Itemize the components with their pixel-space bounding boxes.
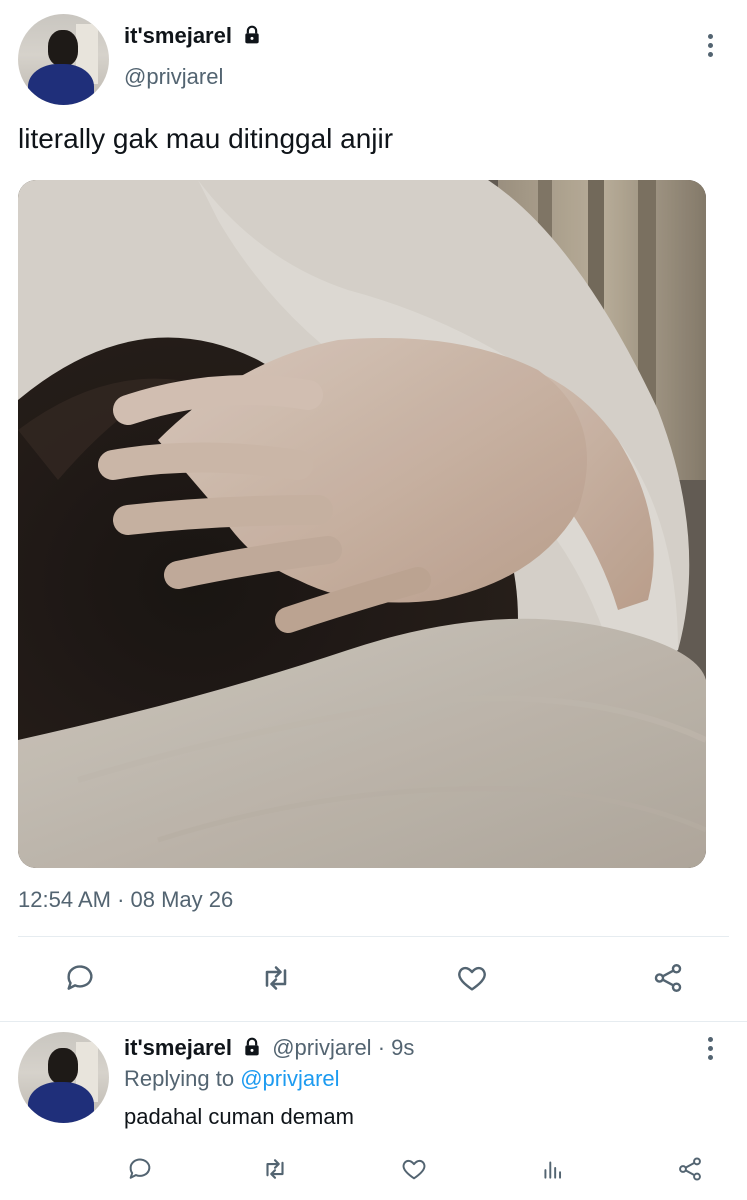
reply-author-avatar[interactable] [18,1032,109,1123]
divider [0,1021,747,1022]
tweet-photo[interactable] [18,180,706,868]
like-icon [402,1159,426,1180]
retweet-icon [265,966,287,990]
reply-button[interactable] [60,960,100,996]
reply-analytics-button[interactable] [537,1153,569,1185]
reply-like-button[interactable] [398,1153,430,1185]
replying-to-link[interactable]: @privjarel [240,1066,339,1091]
share-icon [679,1157,701,1181]
more-options-icon[interactable] [700,1037,720,1060]
share-icon [654,964,682,992]
replying-to-label: Replying to [124,1066,235,1091]
author-avatar[interactable] [18,14,109,105]
reply-text: padahal cuman demam [124,1104,354,1129]
lock-icon [245,1037,259,1056]
reply-icon [129,1158,151,1179]
reply-time[interactable]: · 9s [378,1035,415,1060]
share-button[interactable] [648,960,688,996]
more-options-icon[interactable] [700,34,720,57]
reply-icon [67,965,93,990]
retweet-button[interactable] [254,960,298,996]
lock-icon [245,25,259,44]
photo-illustration [18,180,706,868]
analytics-icon [544,1161,562,1179]
retweet-icon [266,1159,284,1179]
author-handle[interactable]: @privjarel [124,63,223,91]
reply-author-display-name[interactable]: it'smejarel [124,1035,232,1060]
divider [18,936,729,937]
tweet-timestamp[interactable]: 12:54 AM · 08 May 26 [18,886,233,914]
like-icon [458,966,486,991]
reply-retweet-button[interactable] [258,1153,292,1185]
author-display-name[interactable]: it'smejarel [124,23,232,48]
reply-reply-button[interactable] [124,1153,156,1185]
reply-share-button[interactable] [674,1153,706,1185]
tweet-text: literally gak mau ditinggal anjir [18,123,394,154]
reply-author-handle[interactable]: @privjarel [272,1035,371,1060]
like-button[interactable] [452,960,492,996]
